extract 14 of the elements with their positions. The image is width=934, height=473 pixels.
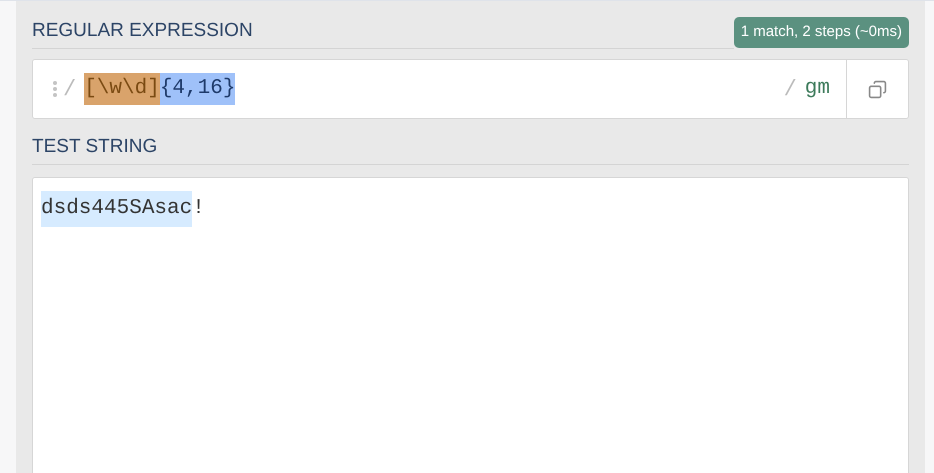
- section-heading: TEST STRING: [32, 135, 158, 160]
- test-string-field[interactable]: dsds445SAsac!: [32, 177, 909, 473]
- regex-flags[interactable]: gm: [804, 73, 830, 105]
- test-text: !: [192, 196, 205, 222]
- character-class-token: [\w\d]: [84, 73, 160, 105]
- regex-delimiter: /: [784, 76, 797, 104]
- regex-field[interactable]: / [\w\d]{4,16} / gm: [32, 59, 909, 119]
- quantifier-token: {4,16}: [160, 73, 236, 105]
- copy-icon: [868, 80, 887, 98]
- drag-handle-icon[interactable]: [53, 81, 57, 97]
- section-heading: REGULAR EXPRESSION: [32, 19, 253, 44]
- match-info-badge: 1 match, 2 steps (~0ms): [734, 17, 909, 48]
- regex-delimiter: /: [63, 76, 76, 104]
- matched-text: dsds445SAsac: [41, 191, 192, 226]
